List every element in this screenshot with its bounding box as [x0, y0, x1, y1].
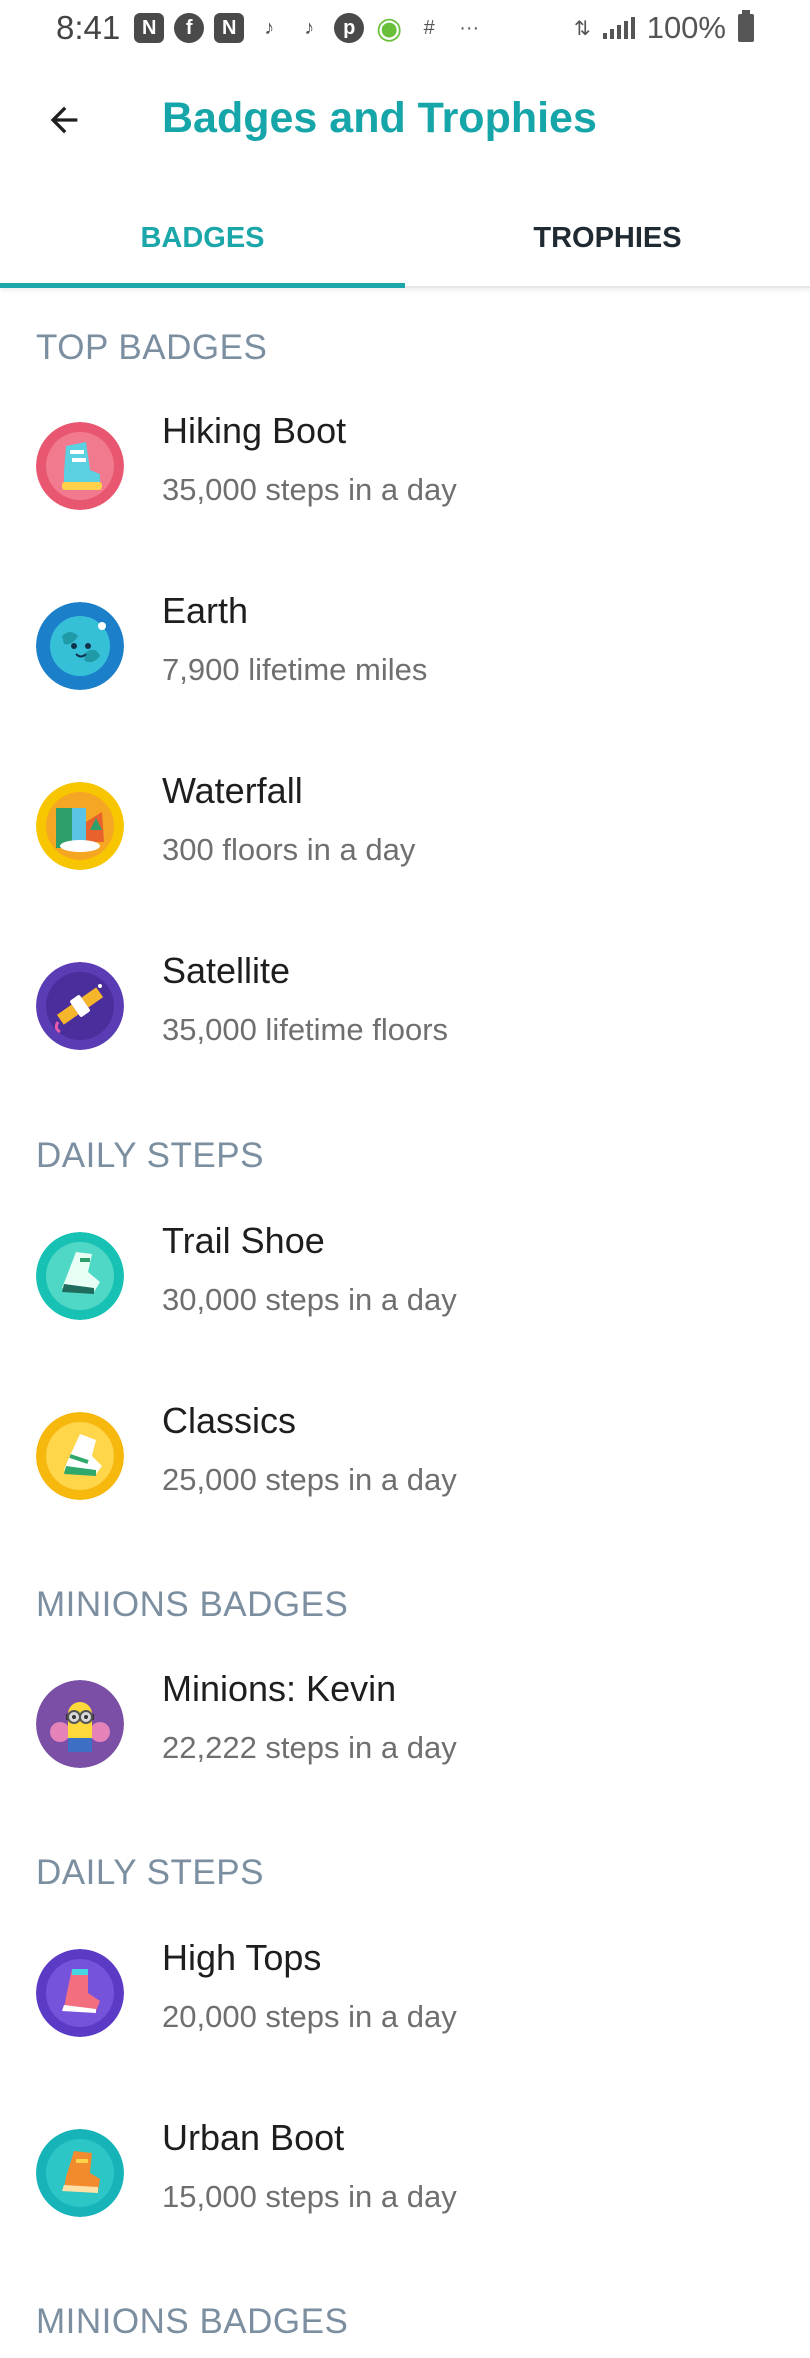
n-app-icon: N — [134, 13, 165, 43]
trail-shoe-badge-icon — [36, 1232, 124, 1320]
back-button[interactable] — [36, 92, 92, 148]
badge-name: Minions: Kevin — [162, 1668, 397, 1709]
data-transfer-icon: ⇅ — [573, 17, 591, 40]
badge-name: Trail Shoe — [162, 1220, 325, 1261]
search-app-icon: ◉ — [376, 11, 403, 45]
battery-percent: 100% — [646, 10, 726, 45]
high-tops-badge-icon — [36, 1949, 124, 2037]
badge-row-high-tops[interactable]: High Tops 20,000 steps in a day — [0, 1917, 810, 2067]
section-header: TOP BADGES — [36, 328, 268, 367]
section-header: DAILY STEPS — [36, 1853, 264, 1892]
hiking-boot-badge-icon — [36, 422, 124, 510]
notification-icons: N f N ♪ ♪ p ◉ # ··· — [134, 11, 484, 45]
status-bar: 8:41 N f N ♪ ♪ p ◉ # ··· ⇅ 100% — [0, 0, 810, 56]
tiktok-icon: ♪ — [304, 16, 315, 39]
badge-row-waterfall[interactable]: Waterfall 300 floors in a day — [0, 750, 810, 900]
badge-description: 7,900 lifetime miles — [162, 652, 428, 687]
badge-row-trail-shoe[interactable]: Trail Shoe 30,000 steps in a day — [0, 1200, 810, 1350]
badge-name: Classics — [162, 1400, 297, 1441]
badge-description: 300 floors in a day — [162, 832, 416, 867]
facebook-icon: f — [174, 13, 205, 43]
section-header: DAILY STEPS — [36, 1136, 264, 1175]
tab-bar: BADGES TROPHIES — [0, 190, 810, 288]
n-app-icon: N — [214, 13, 245, 43]
minion-kevin-badge-icon — [36, 1680, 124, 1768]
urban-boot-badge-icon — [36, 2129, 124, 2217]
section-header: MINIONS BADGES — [36, 1585, 349, 1624]
tiktok-icon: ♪ — [264, 16, 275, 39]
badge-name: Waterfall — [162, 770, 303, 811]
badge-description: 30,000 steps in a day — [162, 1282, 457, 1317]
badge-row-hiking-boot[interactable]: Hiking Boot 35,000 steps in a day — [0, 390, 810, 540]
section-header: MINIONS BADGES — [36, 2302, 349, 2341]
more-icon: ··· — [459, 16, 480, 39]
badge-description: 25,000 steps in a day — [162, 1462, 457, 1497]
battery-icon — [738, 10, 754, 42]
badge-row-urban-boot[interactable]: Urban Boot 15,000 steps in a day — [0, 2097, 810, 2247]
arrow-left-icon — [50, 106, 78, 134]
badge-description: 20,000 steps in a day — [162, 1999, 457, 2034]
status-right: ⇅ 100% — [574, 10, 754, 46]
signal-icon — [602, 17, 635, 39]
badge-name: High Tops — [162, 1937, 322, 1978]
badge-row-satellite[interactable]: Satellite 35,000 lifetime floors — [0, 930, 810, 1080]
app-bar: Badges and Trophies — [0, 70, 810, 170]
earth-badge-icon — [36, 602, 124, 690]
badge-description: 35,000 lifetime floors — [162, 1012, 449, 1047]
tab-badges-label: BADGES — [140, 221, 265, 254]
badge-name: Urban Boot — [162, 2117, 345, 2158]
page-title: Badges and Trophies — [162, 94, 597, 142]
badge-name: Satellite — [162, 950, 291, 991]
badge-name: Earth — [162, 590, 249, 631]
badge-row-earth[interactable]: Earth 7,900 lifetime miles — [0, 570, 810, 720]
satellite-badge-icon — [36, 962, 124, 1050]
classics-badge-icon — [36, 1412, 124, 1500]
badge-description: 15,000 steps in a day — [162, 2179, 457, 2214]
badge-name: Hiking Boot — [162, 410, 347, 451]
badge-description: 22,222 steps in a day — [162, 1730, 457, 1765]
badge-row-classics[interactable]: Classics 25,000 steps in a day — [0, 1380, 810, 1530]
waterfall-badge-icon — [36, 782, 124, 870]
tab-trophies-label: TROPHIES — [533, 221, 682, 254]
status-time: 8:41 — [56, 9, 121, 46]
badge-row-minions-kevin[interactable]: Minions: Kevin 22,222 steps in a day — [0, 1648, 810, 1798]
pinterest-icon: p — [334, 13, 365, 43]
tab-trophies[interactable]: TROPHIES — [405, 190, 810, 286]
tab-selected-indicator — [0, 283, 405, 288]
badge-description: 35,000 steps in a day — [162, 472, 457, 507]
tab-badges[interactable]: BADGES — [0, 190, 405, 288]
grid-icon: # — [423, 16, 435, 39]
